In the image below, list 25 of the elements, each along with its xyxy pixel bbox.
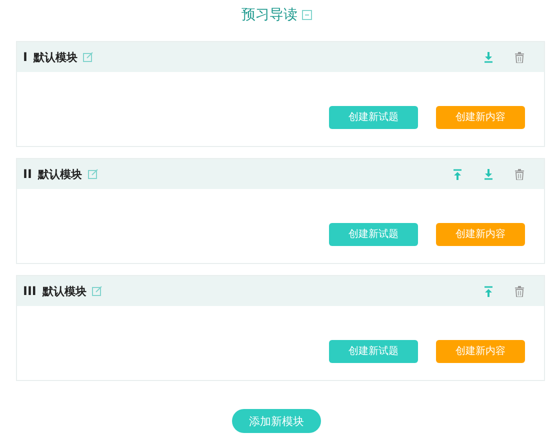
move-up-icon[interactable] [484, 286, 493, 296]
edit-icon[interactable] [92, 286, 102, 296]
module-name: 默认模块 [42, 284, 86, 298]
move-up-icon[interactable] [453, 168, 462, 180]
move-down-icon[interactable] [484, 52, 493, 62]
create-button[interactable]: 创建新试题 [329, 340, 418, 362]
collapse-icon[interactable] [302, 10, 312, 20]
delete-icon[interactable] [515, 52, 524, 62]
create-button[interactable]: 创建新内容 [436, 340, 525, 362]
create-button[interactable]: 创建新试题 [329, 222, 418, 246]
edit-icon[interactable] [88, 169, 98, 179]
move-down-icon[interactable] [484, 168, 493, 180]
module-number: II [23, 167, 32, 181]
module-number: III [23, 284, 36, 298]
create-button[interactable]: 创建新试题 [329, 106, 418, 128]
module-number: I [23, 50, 28, 64]
add-module-button[interactable]: 添加新模块 [232, 409, 321, 433]
delete-icon[interactable] [515, 168, 524, 180]
module-name: 默认模块 [33, 50, 78, 64]
delete-icon[interactable] [515, 286, 524, 296]
page-title: 预习导读 [242, 6, 298, 24]
create-button[interactable]: 创建新内容 [436, 222, 525, 246]
create-button[interactable]: 创建新内容 [436, 106, 525, 128]
module-name: 默认模块 [38, 166, 82, 182]
edit-icon[interactable] [83, 52, 94, 62]
